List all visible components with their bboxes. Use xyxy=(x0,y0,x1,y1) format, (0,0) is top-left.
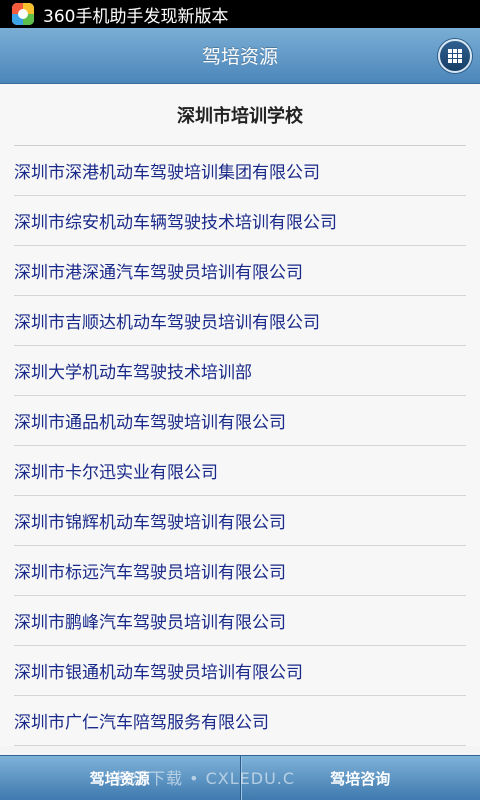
school-list-item[interactable]: 深圳市通品机动车驾驶培训有限公司 xyxy=(14,396,466,446)
school-list-item[interactable]: 深圳大学机动车驾驶技术培训部 xyxy=(14,346,466,396)
school-list-item[interactable]: 深圳市港深通汽车驾驶员培训有限公司 xyxy=(14,246,466,296)
school-list-item[interactable]: 深圳市卡尔迅实业有限公司 xyxy=(14,446,466,496)
school-list-item[interactable]: 深圳市广仁汽车陪驾服务有限公司 xyxy=(14,696,466,746)
school-list: 深圳市深港机动车驾驶培训集团有限公司 深圳市综安机动车辆驾驶技术培训有限公司 深圳市… xyxy=(14,146,466,746)
grid-menu-icon xyxy=(448,49,462,63)
section-title: 深圳市培训学校 xyxy=(14,84,466,146)
notification-text: 360手机助手发现新版本 xyxy=(43,6,229,27)
school-list-item[interactable]: 深圳市吉顺达机动车驾驶员培训有限公司 xyxy=(14,296,466,346)
school-list-item[interactable]: 深圳市综安机动车辆驾驶技术培训有限公司 xyxy=(14,196,466,246)
school-list-item[interactable]: 深圳市锦辉机动车驾驶培训有限公司 xyxy=(14,496,466,546)
nav-training-consult-button[interactable]: 驾培咨询 xyxy=(239,756,480,800)
status-bar: 360手机助手发现新版本 xyxy=(0,0,480,28)
page-title: 驾培资源 xyxy=(201,46,278,68)
menu-button[interactable] xyxy=(438,39,472,73)
nav-training-resources-button[interactable]: 驾培资源 xyxy=(0,756,240,800)
school-list-panel: 深圳市培训学校 深圳市深港机动车驾驶培训集团有限公司 深圳市综安机动车辆驾驶技术培… xyxy=(0,84,480,746)
bottom-nav: 驾培资源 驾培咨询 畅乐下载 • CXLEDU.C xyxy=(0,755,480,800)
school-list-item[interactable]: 深圳市银通机动车驾驶员培训有限公司 xyxy=(14,646,466,696)
school-list-item[interactable]: 深圳市标远汽车驾驶员培训有限公司 xyxy=(14,546,466,596)
school-list-item[interactable]: 深圳市鹏峰汽车驾驶员培训有限公司 xyxy=(14,596,466,646)
school-list-item[interactable]: 深圳市深港机动车驾驶培训集团有限公司 xyxy=(14,146,466,196)
header-bar: 驾培资源 xyxy=(0,28,480,84)
app-store-icon xyxy=(12,3,34,25)
